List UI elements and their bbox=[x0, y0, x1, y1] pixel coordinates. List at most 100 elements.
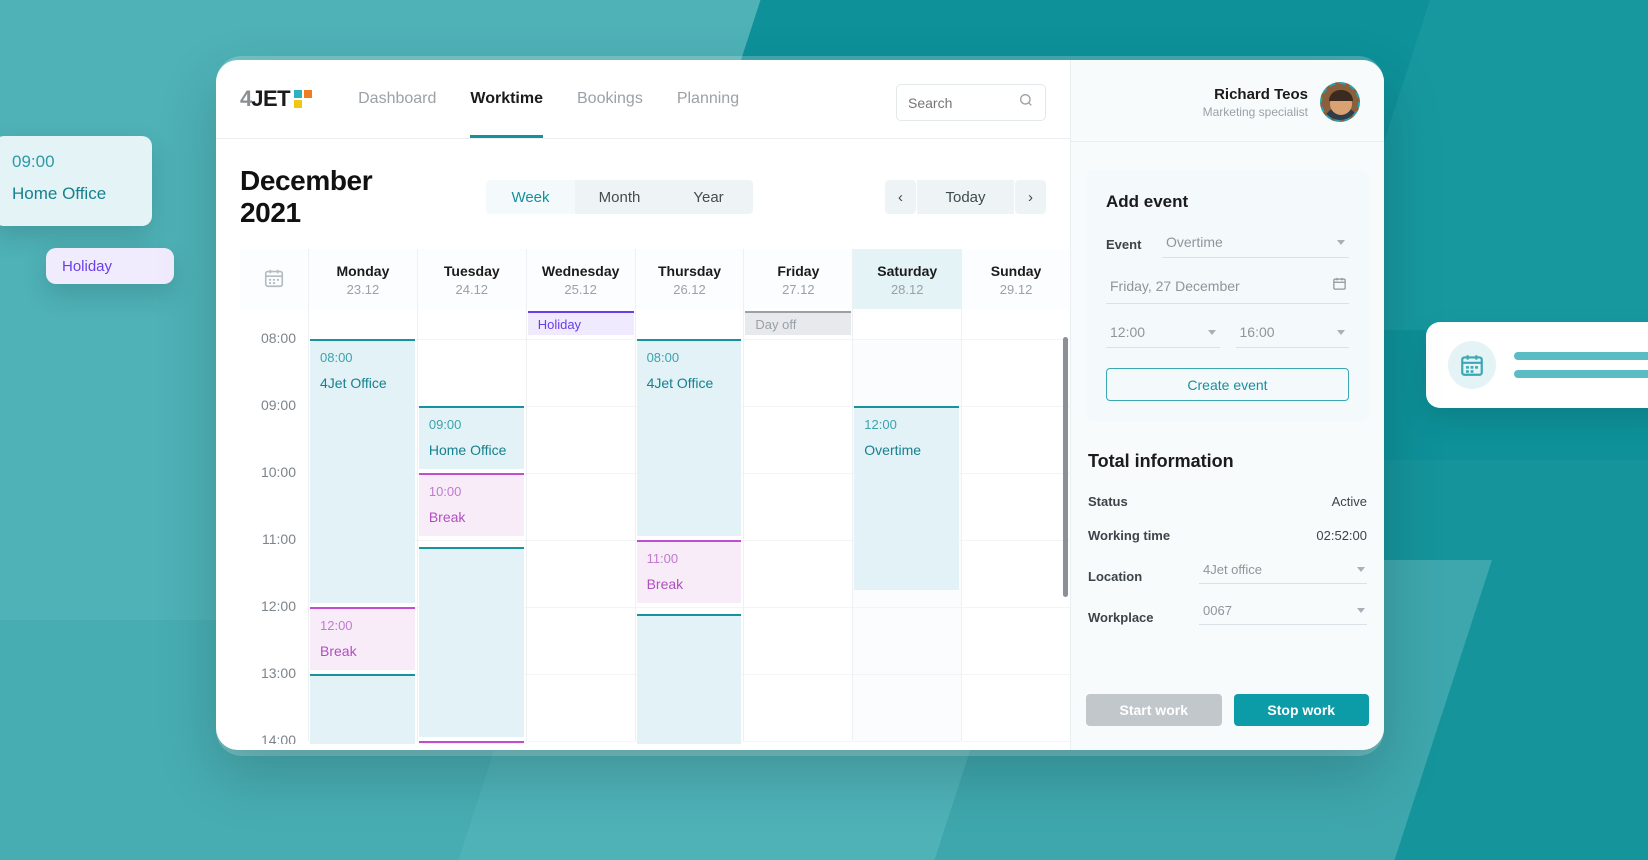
day-column-6[interactable] bbox=[961, 339, 1070, 742]
calendar-event[interactable] bbox=[636, 613, 742, 744]
day-header-thursday[interactable]: Thursday 26.12 bbox=[634, 249, 744, 309]
event-name: Overtime bbox=[864, 442, 922, 458]
day-header-tuesday[interactable]: Tuesday 24.12 bbox=[416, 249, 526, 309]
calendar-event[interactable]: 09:00 Home Office bbox=[418, 406, 524, 469]
event-time: 08:00 bbox=[320, 350, 353, 365]
time-label: 14:00 bbox=[260, 732, 296, 744]
allday-cell-1[interactable] bbox=[416, 309, 526, 339]
day-column-3[interactable]: 08:00 4Jet Office 11:00 Break bbox=[634, 339, 744, 744]
workplace-select[interactable]: 0067 bbox=[1199, 603, 1367, 625]
create-event-button[interactable]: Create event bbox=[1106, 368, 1349, 401]
day-column-0[interactable]: 08:00 4Jet Office 12:00 Break bbox=[308, 339, 417, 744]
today-button[interactable]: Today bbox=[917, 180, 1014, 214]
calendar-event[interactable]: 10:00 Break bbox=[418, 473, 524, 536]
day-column-4[interactable] bbox=[743, 339, 853, 742]
event-name: Break bbox=[320, 643, 357, 659]
calendar-icon[interactable] bbox=[1332, 276, 1347, 296]
next-week-button[interactable]: › bbox=[1015, 180, 1046, 214]
date-navigation: ‹ Today › bbox=[885, 180, 1046, 214]
status-label: Status bbox=[1088, 494, 1128, 509]
total-row-location: Location 4Jet office bbox=[1088, 562, 1367, 584]
nav-item-bookings[interactable]: Bookings bbox=[577, 60, 643, 138]
view-switcher: Week Month Year bbox=[486, 180, 753, 214]
day-header-friday[interactable]: Friday 27.12 bbox=[743, 249, 853, 309]
week-grid: Monday 23.12 Tuesday 24.12 Wednesday 25.12 Thu… bbox=[240, 249, 1070, 744]
time-to-value: 16:00 bbox=[1239, 324, 1275, 340]
calendar-event[interactable]: 12:00 Break bbox=[310, 607, 415, 670]
event-date-field[interactable]: Friday, 27 December bbox=[1106, 272, 1349, 304]
tab-year[interactable]: Year bbox=[664, 180, 753, 214]
prev-week-button[interactable]: ‹ bbox=[885, 180, 916, 214]
week-grid-wrapper: Monday 23.12 Tuesday 24.12 Wednesday 25.12 Thu… bbox=[216, 249, 1070, 744]
day-header-sunday[interactable]: Sunday 29.12 bbox=[961, 249, 1070, 309]
event-type-select[interactable]: Overtime bbox=[1162, 230, 1349, 258]
event-name: Break bbox=[646, 576, 684, 592]
day-column-5[interactable]: 12:00 Overtime bbox=[852, 339, 962, 742]
user-profile[interactable]: Richard Teos Marketing specialist bbox=[1071, 60, 1384, 122]
logo-text: JET bbox=[251, 86, 291, 111]
allday-event-dayoff[interactable]: Day off bbox=[745, 311, 852, 335]
calendar-event[interactable]: 11:00 Break bbox=[636, 540, 742, 603]
search-input[interactable] bbox=[908, 94, 1012, 111]
day-header-saturday[interactable]: Saturday 28.12 bbox=[852, 249, 962, 309]
search-box[interactable] bbox=[896, 84, 1046, 121]
floating-card-holiday: Holiday bbox=[46, 248, 174, 284]
allday-cell-0[interactable] bbox=[308, 309, 417, 339]
allday-cell-2[interactable]: Holiday bbox=[525, 309, 635, 339]
tab-month[interactable]: Month bbox=[575, 180, 664, 214]
tab-week[interactable]: Week bbox=[486, 180, 575, 214]
hour-gridline bbox=[526, 473, 635, 474]
hour-gridline bbox=[744, 607, 853, 608]
calendar-toolbar: December 2021 Week Month Year ‹ Today › bbox=[216, 139, 1070, 229]
app-logo[interactable]: 4 JET bbox=[240, 86, 313, 112]
hour-gridline bbox=[526, 674, 635, 675]
nav-item-dashboard[interactable]: Dashboard bbox=[358, 60, 436, 138]
calendar-event[interactable] bbox=[418, 546, 524, 737]
day-header-monday[interactable]: Monday 23.12 bbox=[308, 249, 417, 309]
day-column-1[interactable]: 09:00 Home Office 10:00 Break 14:00 bbox=[416, 339, 526, 744]
event-time: 12:00 bbox=[320, 618, 353, 633]
logo-prefix: 4 bbox=[240, 86, 252, 111]
hour-gridline bbox=[526, 406, 635, 407]
total-row-working-time: Working time 02:52:00 bbox=[1088, 528, 1367, 543]
day-column-2[interactable] bbox=[525, 339, 635, 742]
day-header-wednesday[interactable]: Wednesday 25.12 bbox=[525, 249, 635, 309]
nav-item-planning[interactable]: Planning bbox=[677, 60, 739, 138]
calendar-event[interactable] bbox=[310, 674, 415, 744]
time-from-select[interactable]: 12:00 bbox=[1106, 320, 1220, 348]
placeholder-lines bbox=[1514, 352, 1648, 378]
allday-cell-6[interactable] bbox=[961, 309, 1070, 339]
avatar[interactable] bbox=[1320, 82, 1360, 122]
allday-cell-4[interactable]: Day off bbox=[743, 309, 852, 339]
hour-gridline bbox=[744, 339, 853, 340]
working-time-label: Working time bbox=[1088, 528, 1171, 543]
hour-gridline bbox=[962, 674, 1070, 675]
calendar-event[interactable]: 12:00 Overtime bbox=[854, 406, 960, 590]
hour-gridline bbox=[962, 406, 1070, 407]
total-row-workplace: Workplace 0067 bbox=[1088, 603, 1367, 625]
time-to-select[interactable]: 16:00 bbox=[1235, 320, 1349, 348]
day-date: 25.12 bbox=[564, 282, 597, 297]
calendar-event[interactable]: 08:00 4Jet Office bbox=[310, 339, 415, 603]
day-date: 23.12 bbox=[346, 282, 380, 297]
allday-cell-3[interactable] bbox=[634, 309, 744, 339]
allday-cell-5[interactable] bbox=[852, 309, 961, 339]
location-label: Location bbox=[1088, 569, 1143, 584]
calendar-event[interactable]: 14:00 bbox=[418, 741, 524, 744]
day-name: Thursday bbox=[657, 263, 721, 279]
hour-gridline bbox=[962, 540, 1070, 541]
event-date-value: Friday, 27 December bbox=[1110, 278, 1240, 294]
stop-work-button[interactable]: Stop work bbox=[1233, 694, 1369, 726]
floating-card-calendar bbox=[1426, 322, 1648, 408]
time-label: 09:00 bbox=[260, 397, 296, 413]
location-select[interactable]: 4Jet office bbox=[1199, 562, 1367, 584]
day-name: Tuesday bbox=[443, 263, 500, 279]
allday-event-holiday[interactable]: Holiday bbox=[527, 311, 634, 335]
time-label: 12:00 bbox=[260, 598, 296, 614]
page-title: December 2021 bbox=[240, 165, 373, 228]
calendar-scrollbar[interactable] bbox=[1063, 337, 1068, 597]
start-work-button[interactable]: Start work bbox=[1086, 694, 1222, 726]
location-value: 4Jet office bbox=[1203, 562, 1263, 577]
calendar-event[interactable]: 08:00 4Jet Office bbox=[636, 339, 742, 536]
nav-item-worktime[interactable]: Worktime bbox=[470, 60, 543, 138]
